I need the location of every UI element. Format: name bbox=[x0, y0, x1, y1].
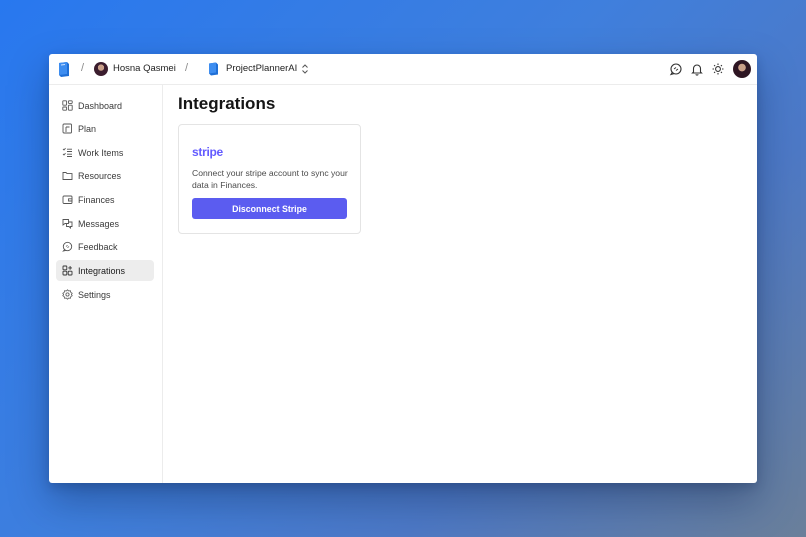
app-logo-icon[interactable] bbox=[57, 61, 71, 78]
stripe-logo: stripe bbox=[192, 145, 223, 159]
page-title: Integrations bbox=[178, 94, 276, 113]
bell-icon[interactable] bbox=[690, 62, 704, 76]
feedback-icon[interactable] bbox=[669, 62, 683, 76]
sidebar-item-dashboard[interactable]: Dashboard bbox=[56, 95, 154, 116]
sidebar-item-feedback[interactable]: Feedback bbox=[56, 236, 154, 257]
breadcrumb-user-name[interactable]: Hosna Qasmei bbox=[113, 63, 176, 74]
gear-icon bbox=[62, 289, 73, 300]
user-avatar[interactable] bbox=[94, 62, 108, 76]
work-items-icon bbox=[62, 147, 72, 157]
sidebar: Dashboard Plan Work Items Resources Fina… bbox=[49, 85, 163, 483]
sidebar-item-label: Finances bbox=[78, 194, 115, 205]
top-bar: / Hosna Qasmei / ProjectPlannerAI bbox=[49, 54, 757, 85]
sidebar-item-label: Dashboard bbox=[78, 100, 123, 111]
stripe-description: Connect your stripe account to sync your… bbox=[192, 168, 348, 190]
chevron-updown-icon[interactable] bbox=[301, 63, 309, 75]
sidebar-item-work-items[interactable]: Work Items bbox=[56, 142, 154, 163]
disconnect-stripe-button[interactable]: Disconnect Stripe bbox=[192, 198, 347, 219]
plan-icon bbox=[62, 123, 72, 134]
sun-icon[interactable] bbox=[711, 62, 725, 76]
profile-avatar[interactable] bbox=[733, 60, 751, 78]
project-logo-icon bbox=[209, 62, 218, 76]
stripe-integration-card: stripe Connect your stripe account to sy… bbox=[178, 124, 361, 234]
sidebar-item-label: Integrations bbox=[78, 265, 126, 276]
sidebar-item-label: Resources bbox=[78, 170, 122, 181]
breadcrumb-project-name[interactable]: ProjectPlannerAI bbox=[226, 63, 297, 74]
dashboard-icon bbox=[62, 100, 73, 111]
sidebar-item-plan[interactable]: Plan bbox=[56, 118, 154, 139]
app-window: / Hosna Qasmei / ProjectPlannerAI Dashbo… bbox=[49, 54, 757, 483]
sidebar-item-label: Feedback bbox=[78, 241, 118, 252]
messages-icon bbox=[62, 219, 73, 229]
sidebar-item-messages[interactable]: Messages bbox=[56, 213, 154, 234]
feedback-icon bbox=[62, 241, 73, 252]
wallet-icon bbox=[62, 195, 73, 204]
breadcrumb-separator: / bbox=[81, 62, 85, 74]
sidebar-item-integrations[interactable]: Integrations bbox=[56, 260, 154, 281]
sidebar-item-resources[interactable]: Resources bbox=[56, 165, 154, 186]
sidebar-item-finances[interactable]: Finances bbox=[56, 189, 154, 210]
sidebar-item-label: Settings bbox=[78, 289, 111, 300]
sidebar-item-label: Work Items bbox=[78, 147, 124, 158]
folder-icon bbox=[62, 172, 73, 180]
sidebar-item-label: Plan bbox=[78, 123, 97, 134]
integrations-icon bbox=[62, 265, 73, 276]
sidebar-item-label: Messages bbox=[78, 218, 120, 229]
sidebar-item-settings[interactable]: Settings bbox=[56, 284, 154, 305]
breadcrumb-separator: / bbox=[185, 62, 189, 74]
